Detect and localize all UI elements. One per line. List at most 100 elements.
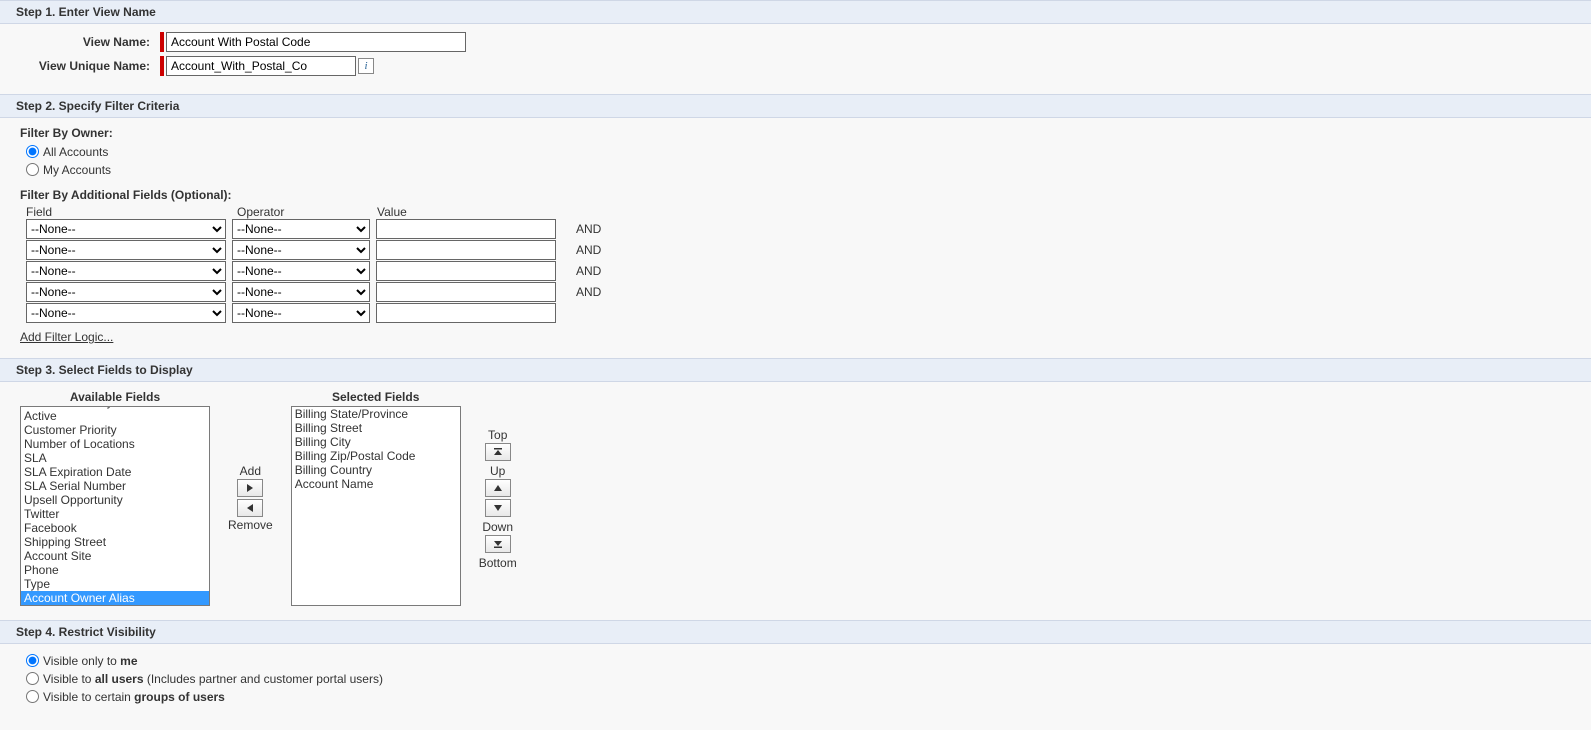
step1-header: Step 1. Enter View Name <box>0 0 1591 24</box>
list-item[interactable]: Account Name <box>292 477 460 491</box>
required-indicator <box>160 32 164 52</box>
visibility-all-radio[interactable] <box>26 672 39 685</box>
filter-field-select[interactable]: --None-- <box>26 240 226 260</box>
filter-operator-select[interactable]: --None-- <box>232 219 370 239</box>
visibility-me-radio[interactable] <box>26 654 39 667</box>
remove-button[interactable] <box>237 499 263 517</box>
arrow-bottom-icon <box>493 539 503 549</box>
step3-body: Available Fields Last Modified By AliasA… <box>0 382 1591 620</box>
arrow-down-icon <box>493 503 503 513</box>
owner-all-radio[interactable] <box>26 145 39 158</box>
filter-value-input[interactable] <box>376 282 556 302</box>
selected-fields-list[interactable]: Billing State/ProvinceBilling StreetBill… <box>291 406 461 606</box>
bottom-label: Bottom <box>479 556 517 570</box>
list-item[interactable]: SLA Serial Number <box>21 479 209 493</box>
available-header: Available Fields <box>70 390 160 404</box>
list-item[interactable]: Upsell Opportunity <box>21 493 209 507</box>
list-item[interactable]: Active <box>21 409 209 423</box>
list-item[interactable]: SLA Expiration Date <box>21 465 209 479</box>
visibility-all-row: Visible to all users (Includes partner a… <box>26 670 1571 687</box>
list-item[interactable]: Twitter <box>21 507 209 521</box>
filter-value-input[interactable] <box>376 240 556 260</box>
info-icon[interactable]: i <box>358 58 374 74</box>
visibility-groups-radio[interactable] <box>26 690 39 703</box>
filter-by-owner-label: Filter By Owner: <box>20 126 1571 140</box>
step2-body: Filter By Owner: All Accounts My Account… <box>0 118 1591 358</box>
owner-all-label: All Accounts <box>43 145 108 159</box>
view-name-input[interactable] <box>166 32 466 52</box>
add-filter-logic-link[interactable]: Add Filter Logic... <box>20 330 113 344</box>
filter-value-input[interactable] <box>376 303 556 323</box>
list-item[interactable]: Facebook <box>21 521 209 535</box>
dual-listbox: Available Fields Last Modified By AliasA… <box>20 390 1571 606</box>
filter-field-select[interactable]: --None-- <box>26 219 226 239</box>
filter-and-text: AND <box>576 243 601 257</box>
list-item[interactable]: Billing Country <box>292 463 460 477</box>
remove-label: Remove <box>228 518 273 532</box>
view-unique-name-label: View Unique Name: <box>20 59 160 73</box>
col-value: Value <box>377 205 567 219</box>
filter-row: --None-- --None-- <box>26 303 1571 323</box>
selected-header: Selected Fields <box>332 390 419 404</box>
filter-operator-select[interactable]: --None-- <box>232 240 370 260</box>
up-label: Up <box>490 464 505 478</box>
list-item[interactable]: Account Owner Alias <box>21 591 209 605</box>
filter-field-select[interactable]: --None-- <box>26 261 226 281</box>
filter-columns-header: Field Operator Value <box>20 205 1571 219</box>
bottom-button[interactable] <box>485 535 511 553</box>
filter-operator-select[interactable]: --None-- <box>232 282 370 302</box>
up-button[interactable] <box>485 479 511 497</box>
down-label: Down <box>482 520 513 534</box>
down-button[interactable] <box>485 499 511 517</box>
view-unique-name-input[interactable] <box>166 56 356 76</box>
filter-by-additional-label: Filter By Additional Fields (Optional): <box>20 188 1571 202</box>
owner-all-row: All Accounts <box>26 143 1571 160</box>
arrow-right-icon <box>245 483 255 493</box>
step2-header: Step 2. Specify Filter Criteria <box>0 94 1591 118</box>
filter-value-input[interactable] <box>376 261 556 281</box>
list-item[interactable]: SLA <box>21 451 209 465</box>
list-item[interactable]: Billing City <box>292 435 460 449</box>
filter-table: Field Operator Value --None----None--AND… <box>20 205 1571 323</box>
arrow-top-icon <box>493 447 503 457</box>
add-remove-buttons: Add Remove <box>210 390 291 606</box>
filter-and-text: AND <box>576 264 601 278</box>
col-field: Field <box>26 205 237 219</box>
selected-column: Selected Fields Billing State/ProvinceBi… <box>291 390 461 606</box>
owner-my-row: My Accounts <box>26 161 1571 178</box>
step1-body: View Name: View Unique Name: i <box>0 24 1591 94</box>
top-label: Top <box>488 428 507 442</box>
owner-my-radio[interactable] <box>26 163 39 176</box>
list-item[interactable]: Account Site <box>21 549 209 563</box>
list-item[interactable]: Billing Street <box>292 421 460 435</box>
owner-my-label: My Accounts <box>43 163 111 177</box>
filter-operator-select[interactable]: --None-- <box>232 261 370 281</box>
filter-field-select[interactable]: --None-- <box>26 282 226 302</box>
filter-field-select[interactable]: --None-- <box>26 303 226 323</box>
list-item[interactable]: Shipping Street <box>21 535 209 549</box>
filter-and-text: AND <box>576 285 601 299</box>
list-item[interactable]: Billing Zip/Postal Code <box>292 449 460 463</box>
top-button[interactable] <box>485 443 511 461</box>
list-item[interactable]: Billing State/Province <box>292 407 460 421</box>
filter-operator-select[interactable]: --None-- <box>232 303 370 323</box>
arrow-up-icon <box>493 483 503 493</box>
visibility-groups-label: Visible to certain groups of users <box>43 690 225 704</box>
arrow-left-icon <box>245 503 255 513</box>
order-buttons: Top Up Down Bottom <box>461 390 517 606</box>
list-item[interactable]: Customer Priority <box>21 423 209 437</box>
filter-row: --None-- --None-- AND <box>26 261 1571 281</box>
step4-header: Step 4. Restrict Visibility <box>0 620 1591 644</box>
view-name-label: View Name: <box>20 35 160 49</box>
filter-value-input[interactable] <box>376 219 556 239</box>
view-unique-name-row: View Unique Name: i <box>20 56 1571 76</box>
list-item[interactable]: Number of Locations <box>21 437 209 451</box>
list-item[interactable]: Type <box>21 577 209 591</box>
visibility-me-label: Visible only to me <box>43 654 138 668</box>
visibility-all-label: Visible to all users (Includes partner a… <box>43 672 383 686</box>
add-button[interactable] <box>237 479 263 497</box>
list-item[interactable]: Phone <box>21 563 209 577</box>
filter-row: --None-- --None-- AND <box>26 282 1571 302</box>
add-label: Add <box>240 464 261 478</box>
available-fields-list[interactable]: Last Modified By AliasActiveCustomer Pri… <box>20 406 210 606</box>
